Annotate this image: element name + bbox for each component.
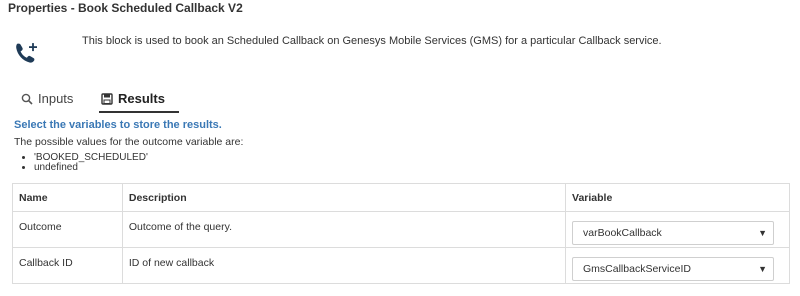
row-variable-cell: GmsCallbackServiceID ▼: [565, 247, 790, 284]
outcome-values-list: 'BOOKED_SCHEDULED' undefined: [20, 153, 148, 173]
column-header-name: Name: [12, 183, 123, 212]
panel-title: Properties - Book Scheduled Callback V2: [8, 1, 243, 15]
table-row: Outcome Outcome of the query. varBookCal…: [12, 211, 790, 248]
list-item: undefined: [34, 163, 148, 173]
row-name: Outcome: [12, 211, 123, 248]
tab-results[interactable]: Results: [99, 89, 179, 113]
results-heading: Select the variables to store the result…: [14, 119, 222, 131]
search-icon: [21, 93, 33, 105]
table-row: Callback ID ID of new callback GmsCallba…: [12, 247, 790, 284]
table-header-row: Name Description Variable: [12, 183, 790, 212]
outcome-values-note: The possible values for the outcome vari…: [14, 136, 244, 148]
select-value: GmsCallbackServiceID: [583, 263, 691, 275]
column-header-description: Description: [121, 183, 567, 212]
outcome-variable-select[interactable]: varBookCallback ▼: [572, 221, 775, 245]
tab-bar: Inputs Results: [13, 89, 179, 113]
callback-id-variable-select[interactable]: GmsCallbackServiceID ▼: [572, 257, 775, 281]
caret-down-icon: ▼: [758, 228, 768, 238]
row-description: ID of new callback: [121, 247, 567, 284]
phone-callback-plus-icon: [13, 40, 39, 66]
block-description: This block is used to book an Scheduled …: [82, 35, 662, 47]
caret-down-icon: ▼: [758, 264, 768, 274]
column-header-variable: Variable: [565, 183, 790, 212]
tab-inputs[interactable]: Inputs: [21, 89, 73, 111]
row-name: Callback ID: [12, 247, 123, 284]
results-table: Name Description Variable Outcome Outcom…: [12, 183, 790, 284]
select-value: varBookCallback: [583, 227, 662, 239]
row-variable-cell: varBookCallback ▼: [565, 211, 790, 248]
save-icon: [101, 93, 113, 105]
tab-inputs-label: Inputs: [38, 91, 74, 106]
row-description: Outcome of the query.: [121, 211, 567, 248]
tab-results-label: Results: [118, 91, 165, 106]
